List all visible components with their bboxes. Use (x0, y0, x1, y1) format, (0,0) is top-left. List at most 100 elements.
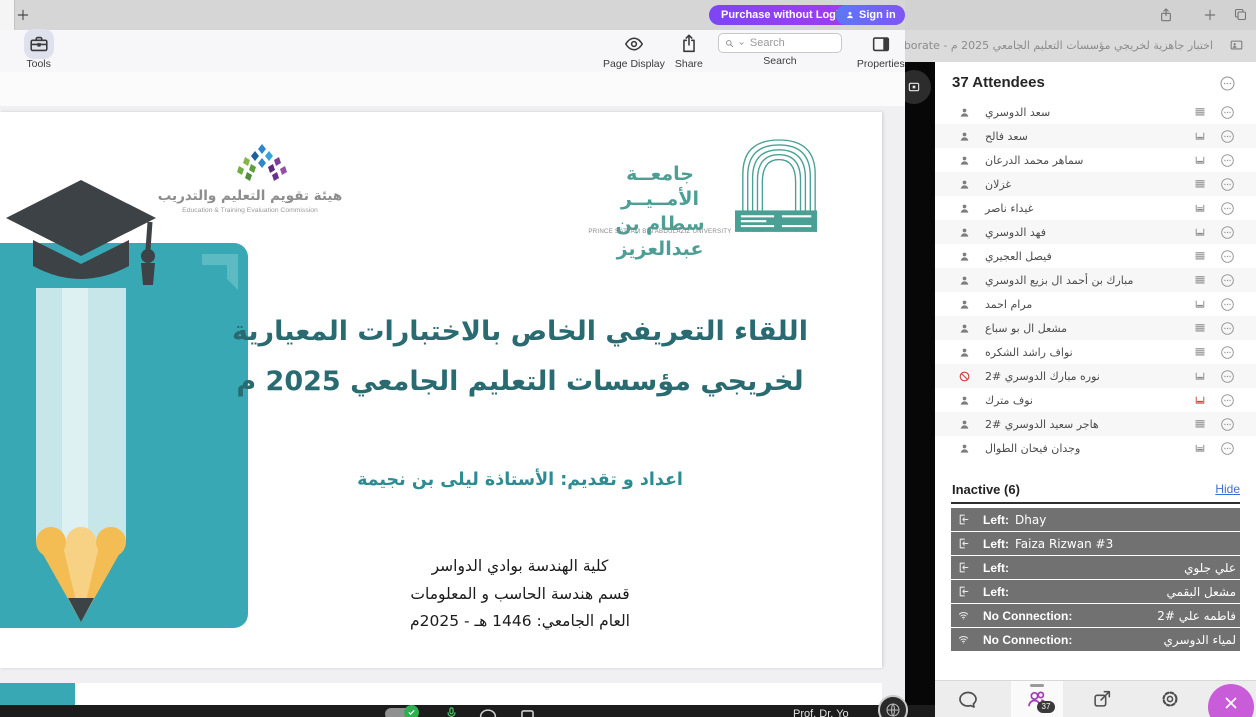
person-icon (958, 442, 971, 455)
stop-share-button[interactable] (905, 70, 931, 104)
attendee-more-icon[interactable] (1219, 200, 1236, 217)
attendee-row[interactable]: نوره مبارك الدوسري #2 (935, 364, 1256, 388)
tab-label: Tools (26, 58, 51, 70)
document-area[interactable]: هيئة تقويم التعليم والتدريب Education & … (0, 106, 905, 717)
share-content-icon[interactable] (1091, 688, 1113, 710)
wifi-off-icon (957, 609, 970, 622)
person-icon (958, 130, 971, 143)
blocked-icon (958, 370, 971, 383)
attendee-more-icon[interactable] (1219, 344, 1236, 361)
session-title: اختبار جاهزية لخريجي مؤسسات التعليم الجا… (905, 39, 1213, 52)
wifi-off-icon (957, 633, 970, 646)
attendee-more-icon[interactable] (1219, 128, 1236, 145)
connection-icon (1193, 393, 1207, 407)
inactive-status-label: Left: (983, 513, 1009, 527)
chat-tab-icon[interactable] (956, 688, 980, 712)
attendee-row[interactable]: هاجر سعيد الدوسري #2 (935, 412, 1256, 436)
attendee-more-icon[interactable] (1219, 368, 1236, 385)
attendee-more-icon[interactable] (1219, 272, 1236, 289)
tab-overview-icon[interactable] (1233, 7, 1248, 22)
attendee-row[interactable]: فهد الدوسري (935, 220, 1256, 244)
tab-page-display[interactable]: Page Display (598, 33, 670, 70)
new-tab-icon[interactable] (15, 7, 31, 23)
attendee-row[interactable]: سعد فالح (935, 124, 1256, 148)
attendee-row[interactable]: فيصل العجيري (935, 244, 1256, 268)
leave-icon (957, 585, 970, 598)
attendee-more-icon[interactable] (1219, 440, 1236, 457)
connection-icon (1193, 369, 1207, 383)
psau-logo-english: PRINCE SATTAM BIN ABDULAZIZ UNIVERSITY (580, 228, 740, 235)
attendee-more-icon[interactable] (1219, 176, 1236, 193)
toolbar-right-tabs: Page Display Share (598, 33, 708, 70)
session-control-bar: Prof. Dr. Yo (0, 705, 935, 717)
inactive-status-label: No Connection: (983, 609, 1072, 623)
attendee-row[interactable]: غيداء ناصر (935, 196, 1256, 220)
avatar-globe-button[interactable] (878, 695, 908, 717)
eye-icon (623, 33, 645, 55)
chat-bubble-icon[interactable] (477, 706, 499, 717)
person-icon (958, 322, 971, 335)
connection-icon (1193, 417, 1207, 431)
tab-share[interactable]: Share (670, 33, 708, 70)
person-icon (958, 274, 971, 287)
attendee-more-icon[interactable] (1219, 296, 1236, 313)
attendee-more-icon[interactable] (1219, 104, 1236, 121)
share-upload-icon[interactable] (1158, 7, 1174, 23)
person-icon (958, 178, 971, 191)
attendee-row[interactable]: سعد الدوسري (935, 100, 1256, 124)
attendee-more-icon[interactable] (1219, 416, 1236, 433)
inactive-status-label: Left: (983, 561, 1009, 575)
attendee-name: غزلان (985, 178, 1011, 191)
attendees-more-icon[interactable] (1218, 74, 1237, 93)
connection-icon (1193, 273, 1207, 287)
attendee-more-icon[interactable] (1219, 248, 1236, 265)
inactive-header: Inactive (6) (952, 482, 1020, 497)
tab-properties[interactable]: Properties (852, 33, 910, 70)
attendee-name: غيداء ناصر (985, 202, 1033, 215)
person-icon (958, 250, 971, 263)
attendee-row[interactable]: غزلان (935, 172, 1256, 196)
attendee-row[interactable]: نوف مترك (935, 388, 1256, 412)
browser-tab-bar: Purchase without Login Sign in (0, 0, 905, 30)
slide-presenter-line: اعداد و تقديم: الأستاذة ليلى بن نجيمة (160, 470, 880, 490)
attendees-header: 37 Attendees (952, 74, 1045, 91)
search-box: Search (718, 33, 842, 67)
tab-attendees[interactable]: 37 (1011, 681, 1063, 717)
panel-bottom-bar: 37 (935, 680, 1256, 717)
window-tab[interactable] (0, 0, 15, 30)
attendees-count-badge: 37 (1037, 701, 1055, 713)
inactive-name: Dhay (1015, 513, 1046, 527)
tab-label: Page Display (603, 58, 665, 70)
attendee-row[interactable]: وجدان فيحان الطوال (935, 436, 1256, 460)
settings-gear-icon[interactable] (1159, 688, 1181, 710)
microphone-icon[interactable] (444, 706, 459, 717)
close-panel-button[interactable] (1208, 684, 1254, 717)
attendee-row[interactable]: نواف راشد الشكره (935, 340, 1256, 364)
person-icon (958, 298, 971, 311)
connection-icon (1193, 177, 1207, 191)
psau-arch-icon (735, 128, 823, 240)
attendee-more-icon[interactable] (1219, 224, 1236, 241)
slide-title-line2: لخريجي مؤسسات التعليم الجامعي 2025 م (160, 366, 880, 397)
toolbar-right-group: Page Display Share Search Properties (598, 33, 910, 70)
stop-video-icon[interactable] (518, 707, 537, 717)
inactive-list: Left:DhayLeft:Faiza Rizwan #3Left:علي جل… (951, 508, 1240, 652)
attendee-name: سعد فالح (985, 130, 1028, 143)
attendee-row[interactable]: مبارك بن أحمد ال بزيع الدوسري (935, 268, 1256, 292)
inactive-status-label: No Connection: (983, 633, 1072, 647)
connection-icon (1193, 225, 1207, 239)
attendee-more-icon[interactable] (1219, 152, 1236, 169)
share-up-icon (678, 33, 700, 55)
attendee-row[interactable]: مرام احمد (935, 292, 1256, 316)
tab-tools[interactable]: Tools (6, 33, 71, 70)
attendee-row[interactable]: سماهر محمد الدرعان (935, 148, 1256, 172)
attendee-name: مشعل ال بو سباع (985, 322, 1067, 335)
new-tab-plus-icon[interactable] (1202, 7, 1218, 23)
attendee-row[interactable]: مشعل ال بو سباع (935, 316, 1256, 340)
attendee-more-icon[interactable] (1219, 392, 1236, 409)
attendee-more-icon[interactable] (1219, 320, 1236, 337)
hide-link[interactable]: Hide (1215, 482, 1240, 496)
search-input[interactable] (748, 36, 836, 50)
person-icon (958, 202, 971, 215)
signin-button[interactable]: Sign in (836, 5, 905, 25)
